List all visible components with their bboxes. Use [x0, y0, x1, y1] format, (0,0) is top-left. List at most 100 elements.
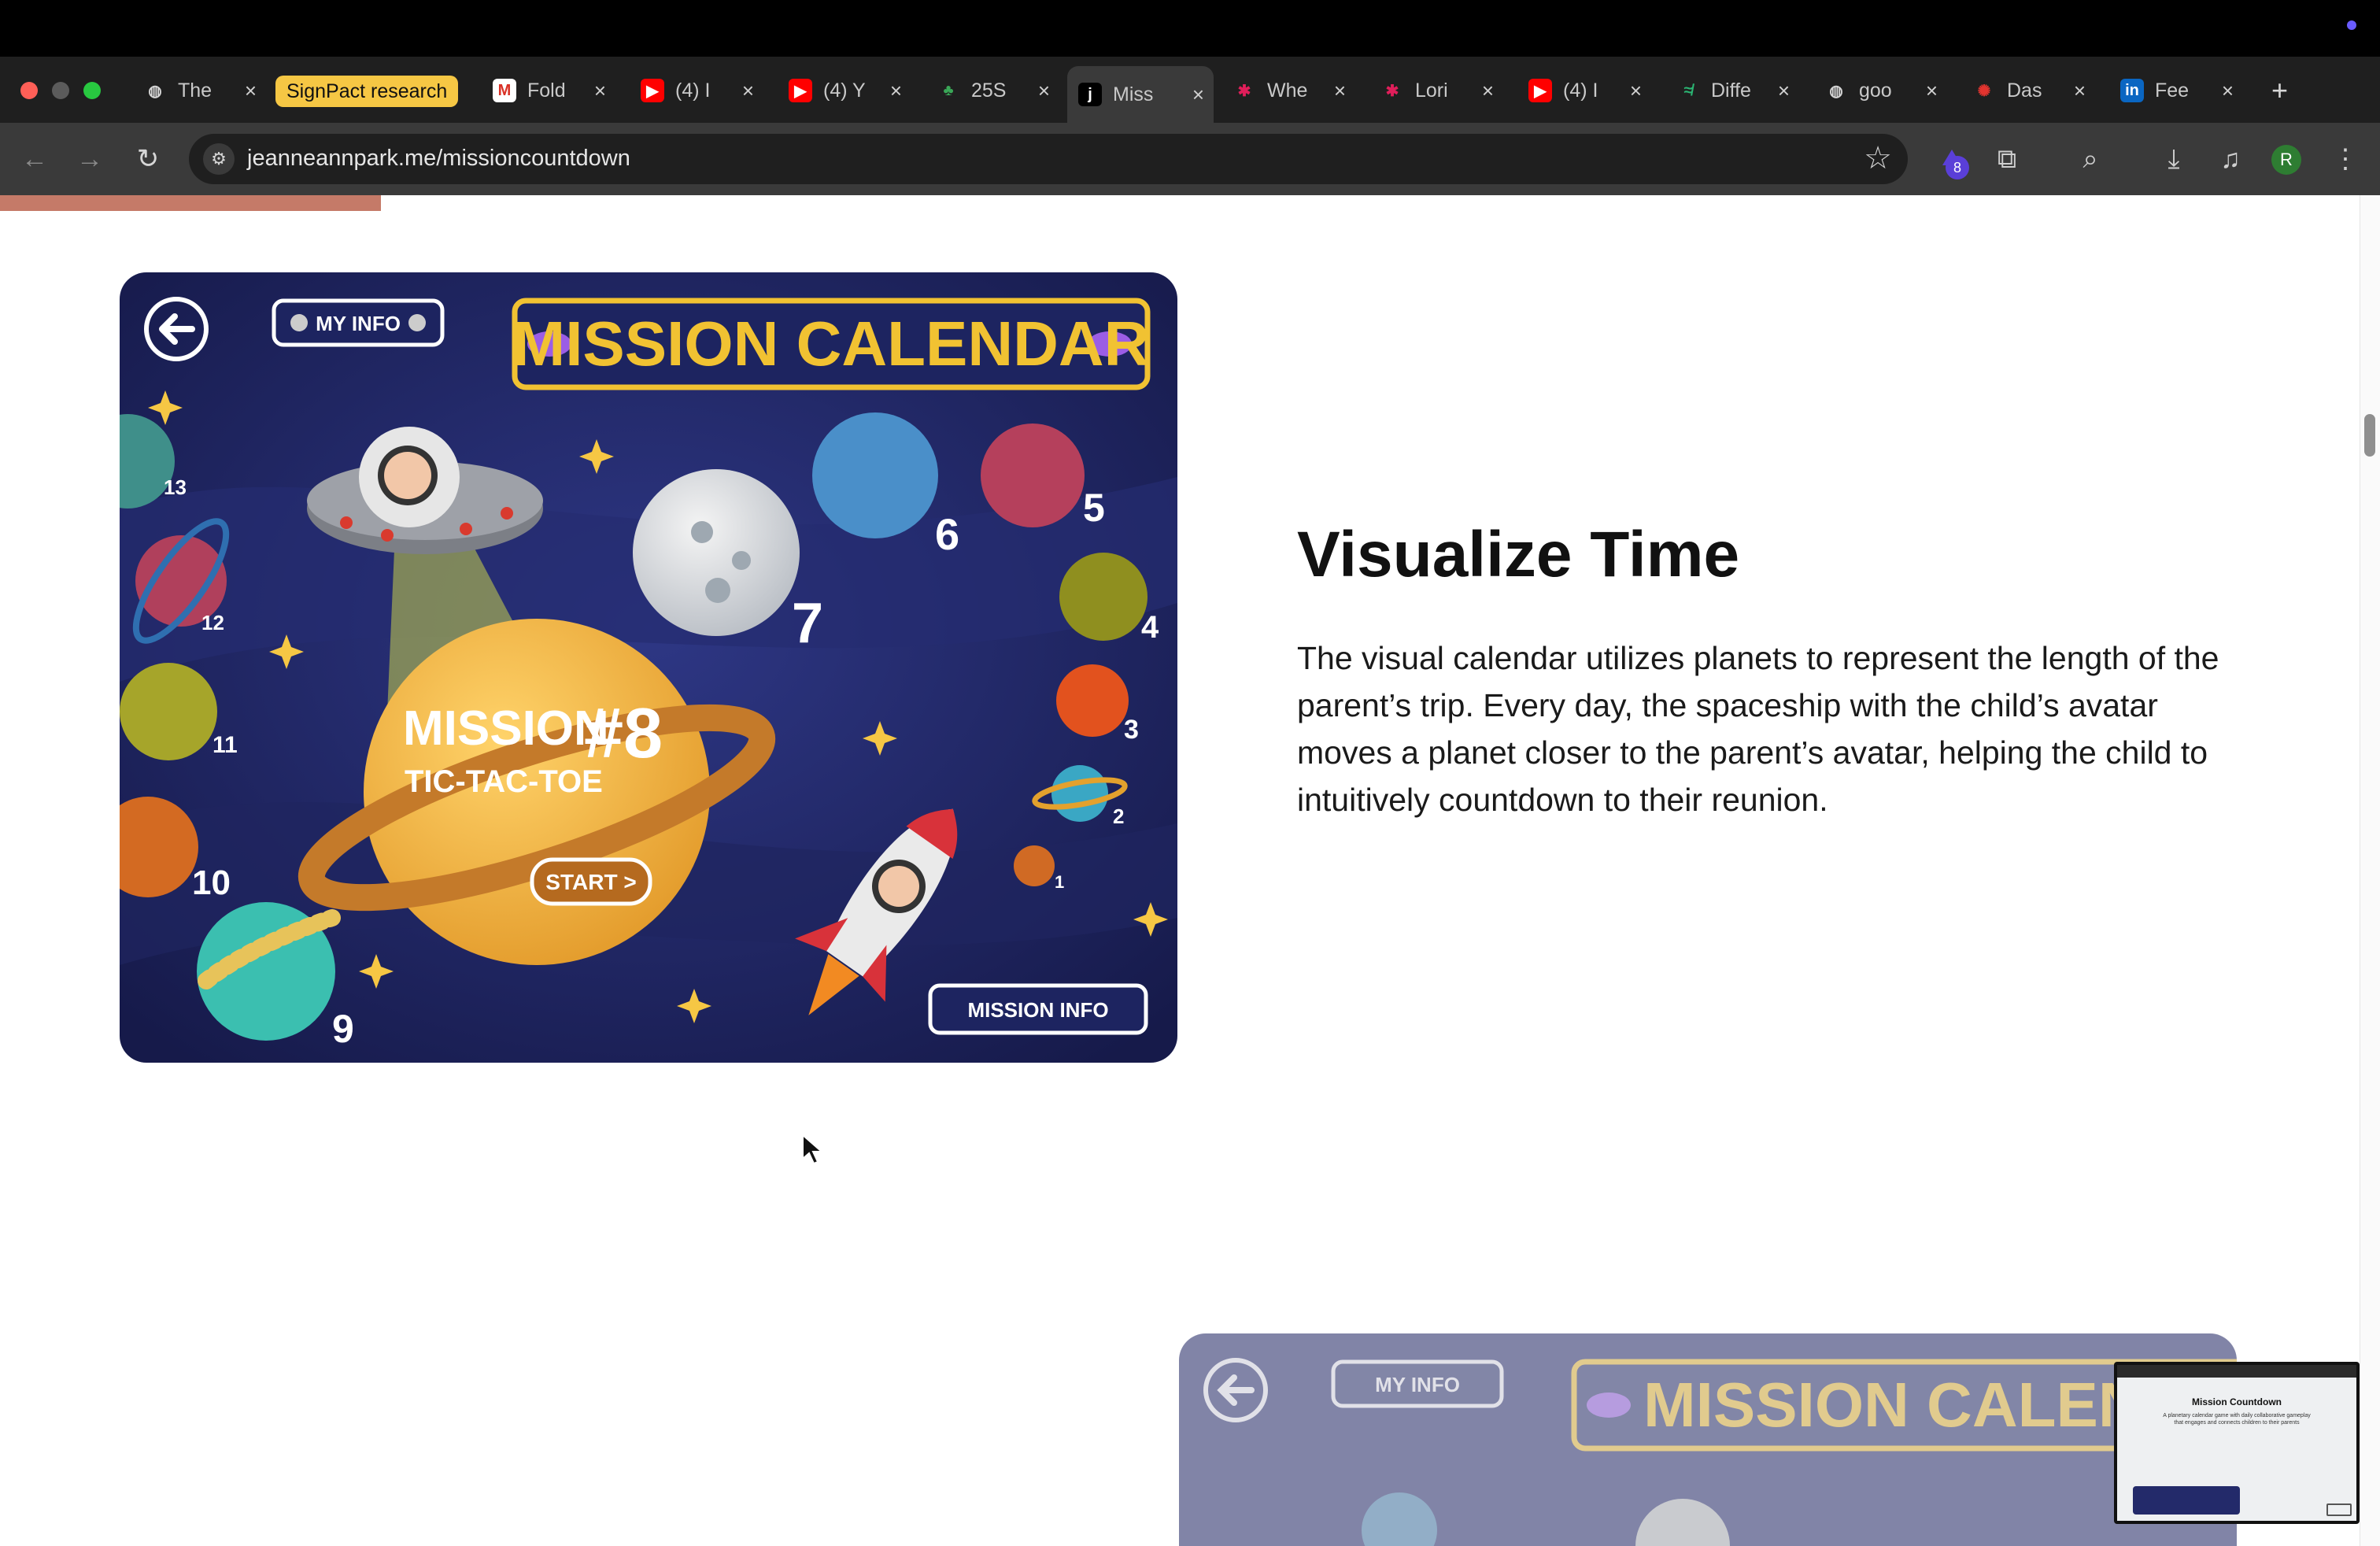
- back-button[interactable]: ←: [17, 142, 52, 176]
- mission-name: TIC-TAC-TOE: [405, 764, 603, 799]
- profile-avatar[interactable]: R: [2271, 145, 2301, 175]
- close-tab-icon[interactable]: ×: [594, 79, 606, 103]
- mission-calendar-preview-2: MY INFO MISSION CALENDA: [1179, 1333, 2237, 1546]
- minimap-subtitle: A planetary calendar game with daily col…: [2163, 1413, 2311, 1426]
- tab-label: Diffe: [1711, 79, 1751, 102]
- planet-6: [812, 412, 938, 538]
- tab-group-signpact[interactable]: SignPact research: [275, 76, 459, 107]
- mission-calendar-title: MISSION CALENDAR: [513, 309, 1150, 379]
- tab-label: Lori: [1415, 79, 1448, 102]
- tab-label: Whe: [1267, 79, 1308, 102]
- puzzle-icon[interactable]: ⧉: [1988, 140, 2026, 178]
- browser-tab[interactable]: ♣ 25S ×: [926, 71, 1059, 110]
- browser-tab[interactable]: ✱ Whe ×: [1221, 71, 1355, 110]
- globe-icon: ◍: [148, 82, 162, 100]
- close-tab-icon[interactable]: ×: [2222, 79, 2234, 103]
- browser-tab[interactable]: ▶ (4) I ×: [1517, 71, 1651, 110]
- planet-number: 12: [201, 611, 224, 634]
- close-tab-icon[interactable]: ×: [1926, 79, 1938, 103]
- mouse-cursor: [801, 1133, 825, 1171]
- planet-number: 1: [1055, 872, 1064, 892]
- forward-arrow-icon: →: [76, 143, 103, 174]
- reload-icon: ↻: [136, 144, 160, 174]
- slack-icon: ✱: [1237, 82, 1251, 100]
- browser-tab[interactable]: ▶ (4) I ×: [630, 71, 763, 110]
- close-tab-icon[interactable]: ×: [1334, 79, 1346, 103]
- close-tab-icon[interactable]: ×: [742, 79, 754, 103]
- close-window-button[interactable]: [20, 82, 38, 99]
- planet-1: [1014, 845, 1055, 886]
- minimap-expand-button[interactable]: [2326, 1503, 2352, 1516]
- tab-label: Fold: [527, 79, 566, 102]
- planet-3: [1056, 664, 1129, 737]
- close-tab-icon[interactable]: ×: [1630, 79, 1642, 103]
- download-icon[interactable]: ⤓: [2155, 140, 2193, 178]
- section-body: The visual calendar utilizes planets to …: [1297, 640, 2219, 818]
- more-menu-icon[interactable]: ⋮: [2326, 140, 2364, 178]
- back-arrow-icon: ←: [21, 143, 48, 174]
- preview-my-info-label: MY INFO: [1375, 1373, 1460, 1396]
- browser-tab[interactable]: ✱ Lori ×: [1369, 71, 1503, 110]
- minimize-window-button[interactable]: [52, 82, 69, 99]
- linkedin-icon: in: [2120, 79, 2144, 102]
- planet-number: 3: [1124, 715, 1139, 745]
- planet-4: [1059, 553, 1148, 641]
- planet-number: 4: [1141, 610, 1159, 645]
- slack-icon: ✱: [1385, 82, 1399, 100]
- planet-number: 13: [164, 475, 187, 499]
- planet-5: [981, 423, 1085, 527]
- scrollbar-thumb[interactable]: [2364, 414, 2375, 457]
- browser-tab[interactable]: ◍ goo ×: [1813, 71, 1947, 110]
- status-dot: [2347, 20, 2356, 30]
- gmail-icon: M: [493, 79, 516, 102]
- browser-tab[interactable]: ≉ Diffe ×: [1665, 71, 1799, 110]
- close-tab-icon[interactable]: ×: [2074, 79, 2086, 103]
- tab-label: goo: [1859, 79, 1892, 102]
- tab-label: The: [178, 79, 213, 102]
- browser-tab[interactable]: in Fee ×: [2109, 71, 2243, 110]
- close-tab-icon[interactable]: ×: [1192, 83, 1204, 107]
- tab-search-icon[interactable]: ⌕: [2071, 140, 2109, 178]
- maximize-window-button[interactable]: [83, 82, 101, 99]
- bookmark-star-icon[interactable]: ☆: [1864, 140, 1892, 176]
- browser-tab[interactable]: ✺ Das ×: [1961, 71, 2095, 110]
- close-tab-icon[interactable]: ×: [1778, 79, 1790, 103]
- planet-number: 6: [935, 509, 959, 559]
- media-control-icon[interactable]: ♫: [2212, 140, 2249, 178]
- close-tab-icon[interactable]: ×: [1038, 79, 1050, 103]
- planet-number: 9: [332, 1007, 354, 1051]
- page-scrollbar[interactable]: [2360, 195, 2380, 1546]
- minimap-title: Mission Countdown: [2192, 1396, 2282, 1407]
- extension-badge: 8: [1946, 156, 1969, 179]
- new-tab-button[interactable]: +: [2260, 71, 2299, 110]
- youtube-icon: ▶: [641, 79, 664, 102]
- reading-progress-bar: [0, 195, 381, 211]
- dashboard-icon: ✺: [1977, 82, 1991, 100]
- mission-label: MISSION: [403, 701, 609, 756]
- game-start-label: START >: [545, 870, 636, 894]
- youtube-icon: ▶: [789, 79, 812, 102]
- reload-button[interactable]: ↻: [131, 142, 165, 176]
- tab-label: Das: [2007, 79, 2042, 102]
- tab-label: Fee: [2155, 79, 2190, 102]
- browser-tab[interactable]: j Miss ×: [1067, 66, 1214, 123]
- forward-button[interactable]: →: [72, 142, 107, 176]
- close-tab-icon[interactable]: ×: [245, 79, 257, 103]
- game-mission-info-label: MISSION INFO: [967, 998, 1108, 1022]
- close-tab-icon[interactable]: ×: [1482, 79, 1494, 103]
- site-j-icon: j: [1078, 83, 1102, 106]
- browser-tab[interactable]: ◍ The ×: [132, 71, 266, 110]
- youtube-icon: ▶: [1528, 79, 1552, 102]
- mission-number: #8: [584, 694, 663, 773]
- leaf-icon: ♣: [943, 81, 954, 99]
- url-text[interactable]: jeanneannpark.me/missioncountdown: [247, 146, 630, 172]
- minimap-image: [2133, 1486, 2240, 1515]
- browser-tab[interactable]: M Fold ×: [482, 71, 615, 110]
- site-info-icon[interactable]: ⚙: [203, 143, 235, 175]
- page-minimap-preview[interactable]: Mission Countdown A planetary calendar g…: [2114, 1362, 2360, 1524]
- close-tab-icon[interactable]: ×: [890, 79, 902, 103]
- browser-tab[interactable]: ▶ (4) Y ×: [778, 71, 911, 110]
- address-bar[interactable]: ⚙ jeanneannpark.me/missioncountdown ☆: [189, 134, 1908, 184]
- planet-number: 5: [1083, 486, 1105, 530]
- web-page: MY INFO MISSION CALENDAR 13 12 11 10 9 7…: [0, 195, 2360, 1546]
